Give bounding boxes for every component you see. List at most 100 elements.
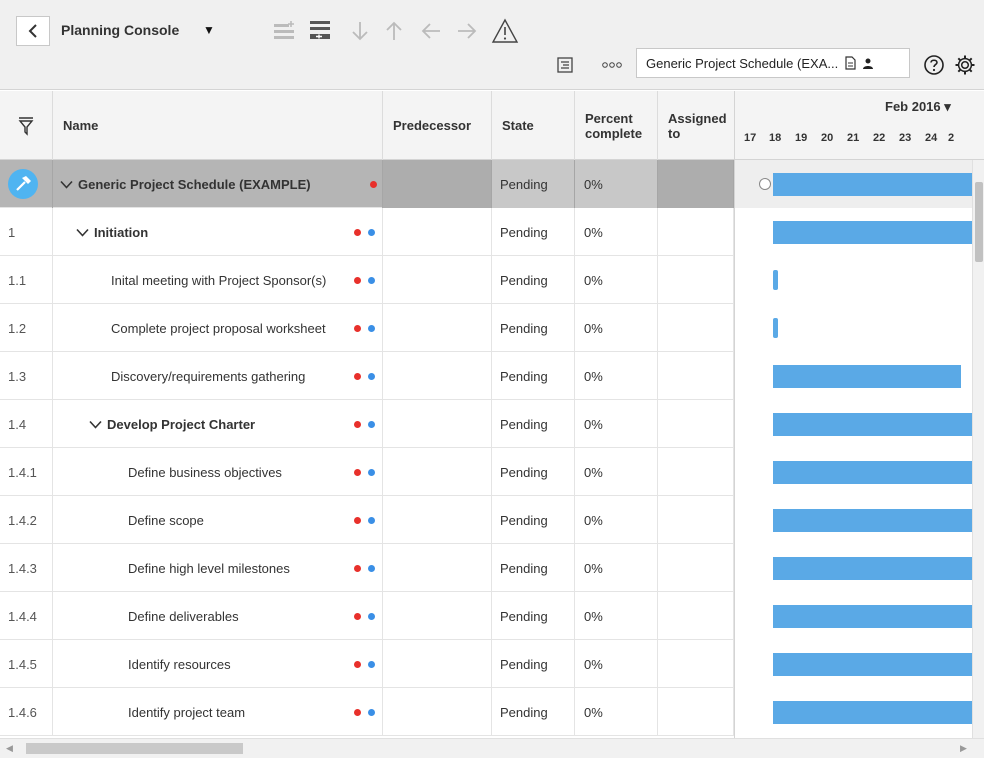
horizontal-scroll-thumb[interactable] bbox=[26, 743, 243, 754]
assigned-cell[interactable] bbox=[658, 208, 734, 256]
filter-button[interactable] bbox=[0, 91, 53, 160]
assigned-cell[interactable] bbox=[658, 496, 734, 544]
vertical-scroll-thumb[interactable] bbox=[975, 182, 983, 262]
state-cell[interactable]: Pending bbox=[492, 160, 575, 208]
help-button[interactable] bbox=[921, 52, 947, 78]
name-cell[interactable]: Initiation bbox=[53, 208, 383, 256]
table-row[interactable]: 1.4.4 Define deliverables Pending 0% bbox=[0, 592, 734, 640]
percent-cell[interactable]: 0% bbox=[575, 448, 658, 496]
percent-cell[interactable]: 0% bbox=[575, 496, 658, 544]
add-task-button[interactable] bbox=[267, 14, 301, 48]
table-row[interactable]: 1.4.6 Identify project team Pending 0% bbox=[0, 688, 734, 736]
gantt-bar[interactable] bbox=[773, 221, 984, 244]
percent-cell[interactable]: 0% bbox=[575, 256, 658, 304]
percent-cell[interactable]: 0% bbox=[575, 688, 658, 736]
column-header-assigned-to[interactable]: Assigned to bbox=[658, 91, 734, 160]
percent-cell[interactable]: 0% bbox=[575, 304, 658, 352]
predecessor-cell[interactable] bbox=[383, 400, 492, 448]
state-cell[interactable]: Pending bbox=[492, 544, 575, 592]
percent-cell[interactable]: 0% bbox=[575, 400, 658, 448]
name-cell[interactable]: Generic Project Schedule (EXAMPLE) bbox=[53, 160, 383, 208]
predecessor-cell[interactable] bbox=[383, 352, 492, 400]
table-row[interactable]: Generic Project Schedule (EXAMPLE) Pendi… bbox=[0, 160, 734, 208]
gantt-bar[interactable] bbox=[773, 173, 984, 196]
column-header-percent-complete[interactable]: Percent complete bbox=[575, 91, 658, 160]
chevron-down-icon[interactable] bbox=[76, 228, 89, 237]
table-row[interactable]: 1 Initiation Pending 0% bbox=[0, 208, 734, 256]
assigned-cell[interactable] bbox=[658, 448, 734, 496]
move-up-button[interactable] bbox=[377, 14, 411, 48]
insert-row-button[interactable] bbox=[303, 14, 337, 48]
predecessor-cell[interactable] bbox=[383, 592, 492, 640]
state-cell[interactable]: Pending bbox=[492, 256, 575, 304]
title-dropdown-caret[interactable]: ▼ bbox=[203, 23, 215, 37]
chevron-down-icon[interactable] bbox=[60, 180, 73, 189]
table-row[interactable]: 1.4.5 Identify resources Pending 0% bbox=[0, 640, 734, 688]
state-cell[interactable]: Pending bbox=[492, 496, 575, 544]
assigned-cell[interactable] bbox=[658, 640, 734, 688]
settings-button[interactable] bbox=[952, 52, 978, 78]
gantt-bar[interactable] bbox=[773, 557, 984, 580]
predecessor-cell[interactable] bbox=[383, 544, 492, 592]
outline-button[interactable] bbox=[552, 52, 578, 78]
table-row[interactable]: 1.4.1 Define business objectives Pending… bbox=[0, 448, 734, 496]
assigned-cell[interactable] bbox=[658, 688, 734, 736]
name-cell[interactable]: Develop Project Charter bbox=[53, 400, 383, 448]
assigned-cell[interactable] bbox=[658, 544, 734, 592]
percent-cell[interactable]: 0% bbox=[575, 592, 658, 640]
state-cell[interactable]: Pending bbox=[492, 688, 575, 736]
state-cell[interactable]: Pending bbox=[492, 400, 575, 448]
predecessor-cell[interactable] bbox=[383, 256, 492, 304]
name-cell[interactable]: Define high level milestones bbox=[53, 544, 383, 592]
name-cell[interactable]: Define business objectives bbox=[53, 448, 383, 496]
state-cell[interactable]: Pending bbox=[492, 304, 575, 352]
state-cell[interactable]: Pending bbox=[492, 208, 575, 256]
percent-cell[interactable]: 0% bbox=[575, 208, 658, 256]
predecessor-cell[interactable] bbox=[383, 304, 492, 352]
predecessor-cell[interactable] bbox=[383, 640, 492, 688]
predecessor-cell[interactable] bbox=[383, 160, 492, 208]
gantt-bar[interactable] bbox=[773, 413, 984, 436]
name-cell[interactable]: Discovery/requirements gathering bbox=[53, 352, 383, 400]
name-cell[interactable]: Complete project proposal worksheet bbox=[53, 304, 383, 352]
predecessor-cell[interactable] bbox=[383, 688, 492, 736]
gantt-bar[interactable] bbox=[773, 365, 961, 388]
state-cell[interactable]: Pending bbox=[492, 448, 575, 496]
table-row[interactable]: 1.4 Develop Project Charter Pending 0% bbox=[0, 400, 734, 448]
name-cell[interactable]: Define scope bbox=[53, 496, 383, 544]
column-header-predecessor[interactable]: Predecessor bbox=[383, 91, 492, 160]
scroll-right-icon[interactable]: ▶ bbox=[960, 743, 967, 754]
predecessor-cell[interactable] bbox=[383, 496, 492, 544]
state-cell[interactable]: Pending bbox=[492, 352, 575, 400]
name-cell[interactable]: Inital meeting with Project Sponsor(s) bbox=[53, 256, 383, 304]
predecessor-cell[interactable] bbox=[383, 448, 492, 496]
assigned-cell[interactable] bbox=[658, 256, 734, 304]
table-row[interactable]: 1.4.3 Define high level milestones Pendi… bbox=[0, 544, 734, 592]
column-header-state[interactable]: State bbox=[492, 91, 575, 160]
name-cell[interactable]: Identify resources bbox=[53, 640, 383, 688]
gantt-bar[interactable] bbox=[773, 318, 778, 338]
outdent-button[interactable] bbox=[414, 14, 448, 48]
gantt-bar[interactable] bbox=[773, 270, 778, 290]
name-cell[interactable]: Define deliverables bbox=[53, 592, 383, 640]
gantt-month-label[interactable]: Feb 2016 ▾ bbox=[885, 99, 951, 115]
state-cell[interactable]: Pending bbox=[492, 592, 575, 640]
warnings-button[interactable] bbox=[488, 14, 522, 48]
column-header-name[interactable]: Name bbox=[53, 91, 383, 160]
plan-selector[interactable]: Generic Project Schedule (EXA... bbox=[636, 48, 910, 78]
assigned-cell[interactable] bbox=[658, 352, 734, 400]
chevron-down-icon[interactable] bbox=[89, 420, 102, 429]
milestone-marker[interactable] bbox=[759, 178, 771, 190]
table-row[interactable]: 1.1 Inital meeting with Project Sponsor(… bbox=[0, 256, 734, 304]
table-row[interactable]: 1.2 Complete project proposal worksheet … bbox=[0, 304, 734, 352]
move-down-button[interactable] bbox=[343, 14, 377, 48]
percent-cell[interactable]: 0% bbox=[575, 544, 658, 592]
assigned-cell[interactable] bbox=[658, 304, 734, 352]
name-cell[interactable]: Identify project team bbox=[53, 688, 383, 736]
assigned-cell[interactable] bbox=[658, 400, 734, 448]
horizontal-scrollbar[interactable]: ◀ ▶ bbox=[0, 738, 984, 758]
table-row[interactable]: 1.4.2 Define scope Pending 0% bbox=[0, 496, 734, 544]
gantt-bar[interactable] bbox=[773, 509, 984, 532]
assigned-cell[interactable] bbox=[658, 160, 734, 208]
gantt-bar[interactable] bbox=[773, 653, 984, 676]
